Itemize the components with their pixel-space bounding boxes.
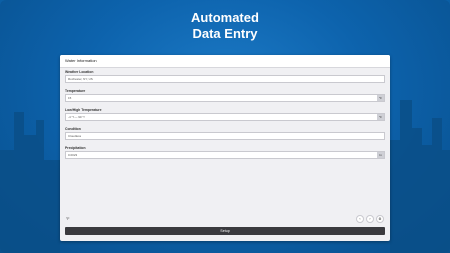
hero-title-line1: Automated xyxy=(191,10,259,25)
next-button[interactable]: › xyxy=(366,215,374,223)
unit-toggle-label: °F xyxy=(66,217,70,221)
field-label: Low/High Temperature xyxy=(65,108,102,112)
unit-badge[interactable]: In xyxy=(377,152,384,158)
field-label: Weather Location xyxy=(65,70,94,74)
field-value: 15 xyxy=(68,96,72,100)
weather-location-field: Weather Location Rochester, NY, US xyxy=(65,70,385,83)
temperature-field: Temperature 15 °F xyxy=(65,89,385,102)
setup-button[interactable]: Setup xyxy=(65,227,385,235)
field-value: 0.0023 xyxy=(68,153,78,157)
field-label: Condition xyxy=(65,127,81,131)
field-value: Rochester, NY, US xyxy=(68,77,93,81)
low-high-temperature-field: Low/High Temperature -4 °f — 90 °f °F xyxy=(65,108,385,121)
gear-icon: ⚙ xyxy=(378,217,382,221)
hero-title-line2: Data Entry xyxy=(192,26,258,41)
unit-badge[interactable]: °F xyxy=(377,114,384,120)
prev-button[interactable]: ‹ xyxy=(356,215,364,223)
window-title: Water Information xyxy=(60,55,390,68)
settings-button[interactable]: ⚙ xyxy=(376,215,384,223)
weather-window: Water Information Weather Location Roche… xyxy=(60,55,390,241)
chevron-left-icon: ‹ xyxy=(359,217,361,221)
field-value: -4 °f — 90 °f xyxy=(68,115,85,119)
unit-badge[interactable]: °F xyxy=(377,95,384,101)
precipitation-field: Precipitation 0.0023 In xyxy=(65,146,385,159)
field-label: Temperature xyxy=(65,89,86,93)
field-label: Precipitation xyxy=(65,146,86,150)
condition-field: Condition Cloudless xyxy=(65,127,385,140)
hero-title: Automated Data Entry xyxy=(0,10,450,42)
condition-input[interactable]: Cloudless xyxy=(65,132,385,140)
unit-toggle[interactable]: °F xyxy=(66,217,69,221)
low-high-temperature-input[interactable]: -4 °f — 90 °f °F xyxy=(65,113,385,121)
weather-location-input[interactable]: Rochester, NY, US xyxy=(65,75,385,83)
chevron-right-icon: › xyxy=(369,217,371,221)
field-value: Cloudless xyxy=(68,134,82,138)
precipitation-input[interactable]: 0.0023 In xyxy=(65,151,385,159)
temperature-input[interactable]: 15 °F xyxy=(65,94,385,102)
